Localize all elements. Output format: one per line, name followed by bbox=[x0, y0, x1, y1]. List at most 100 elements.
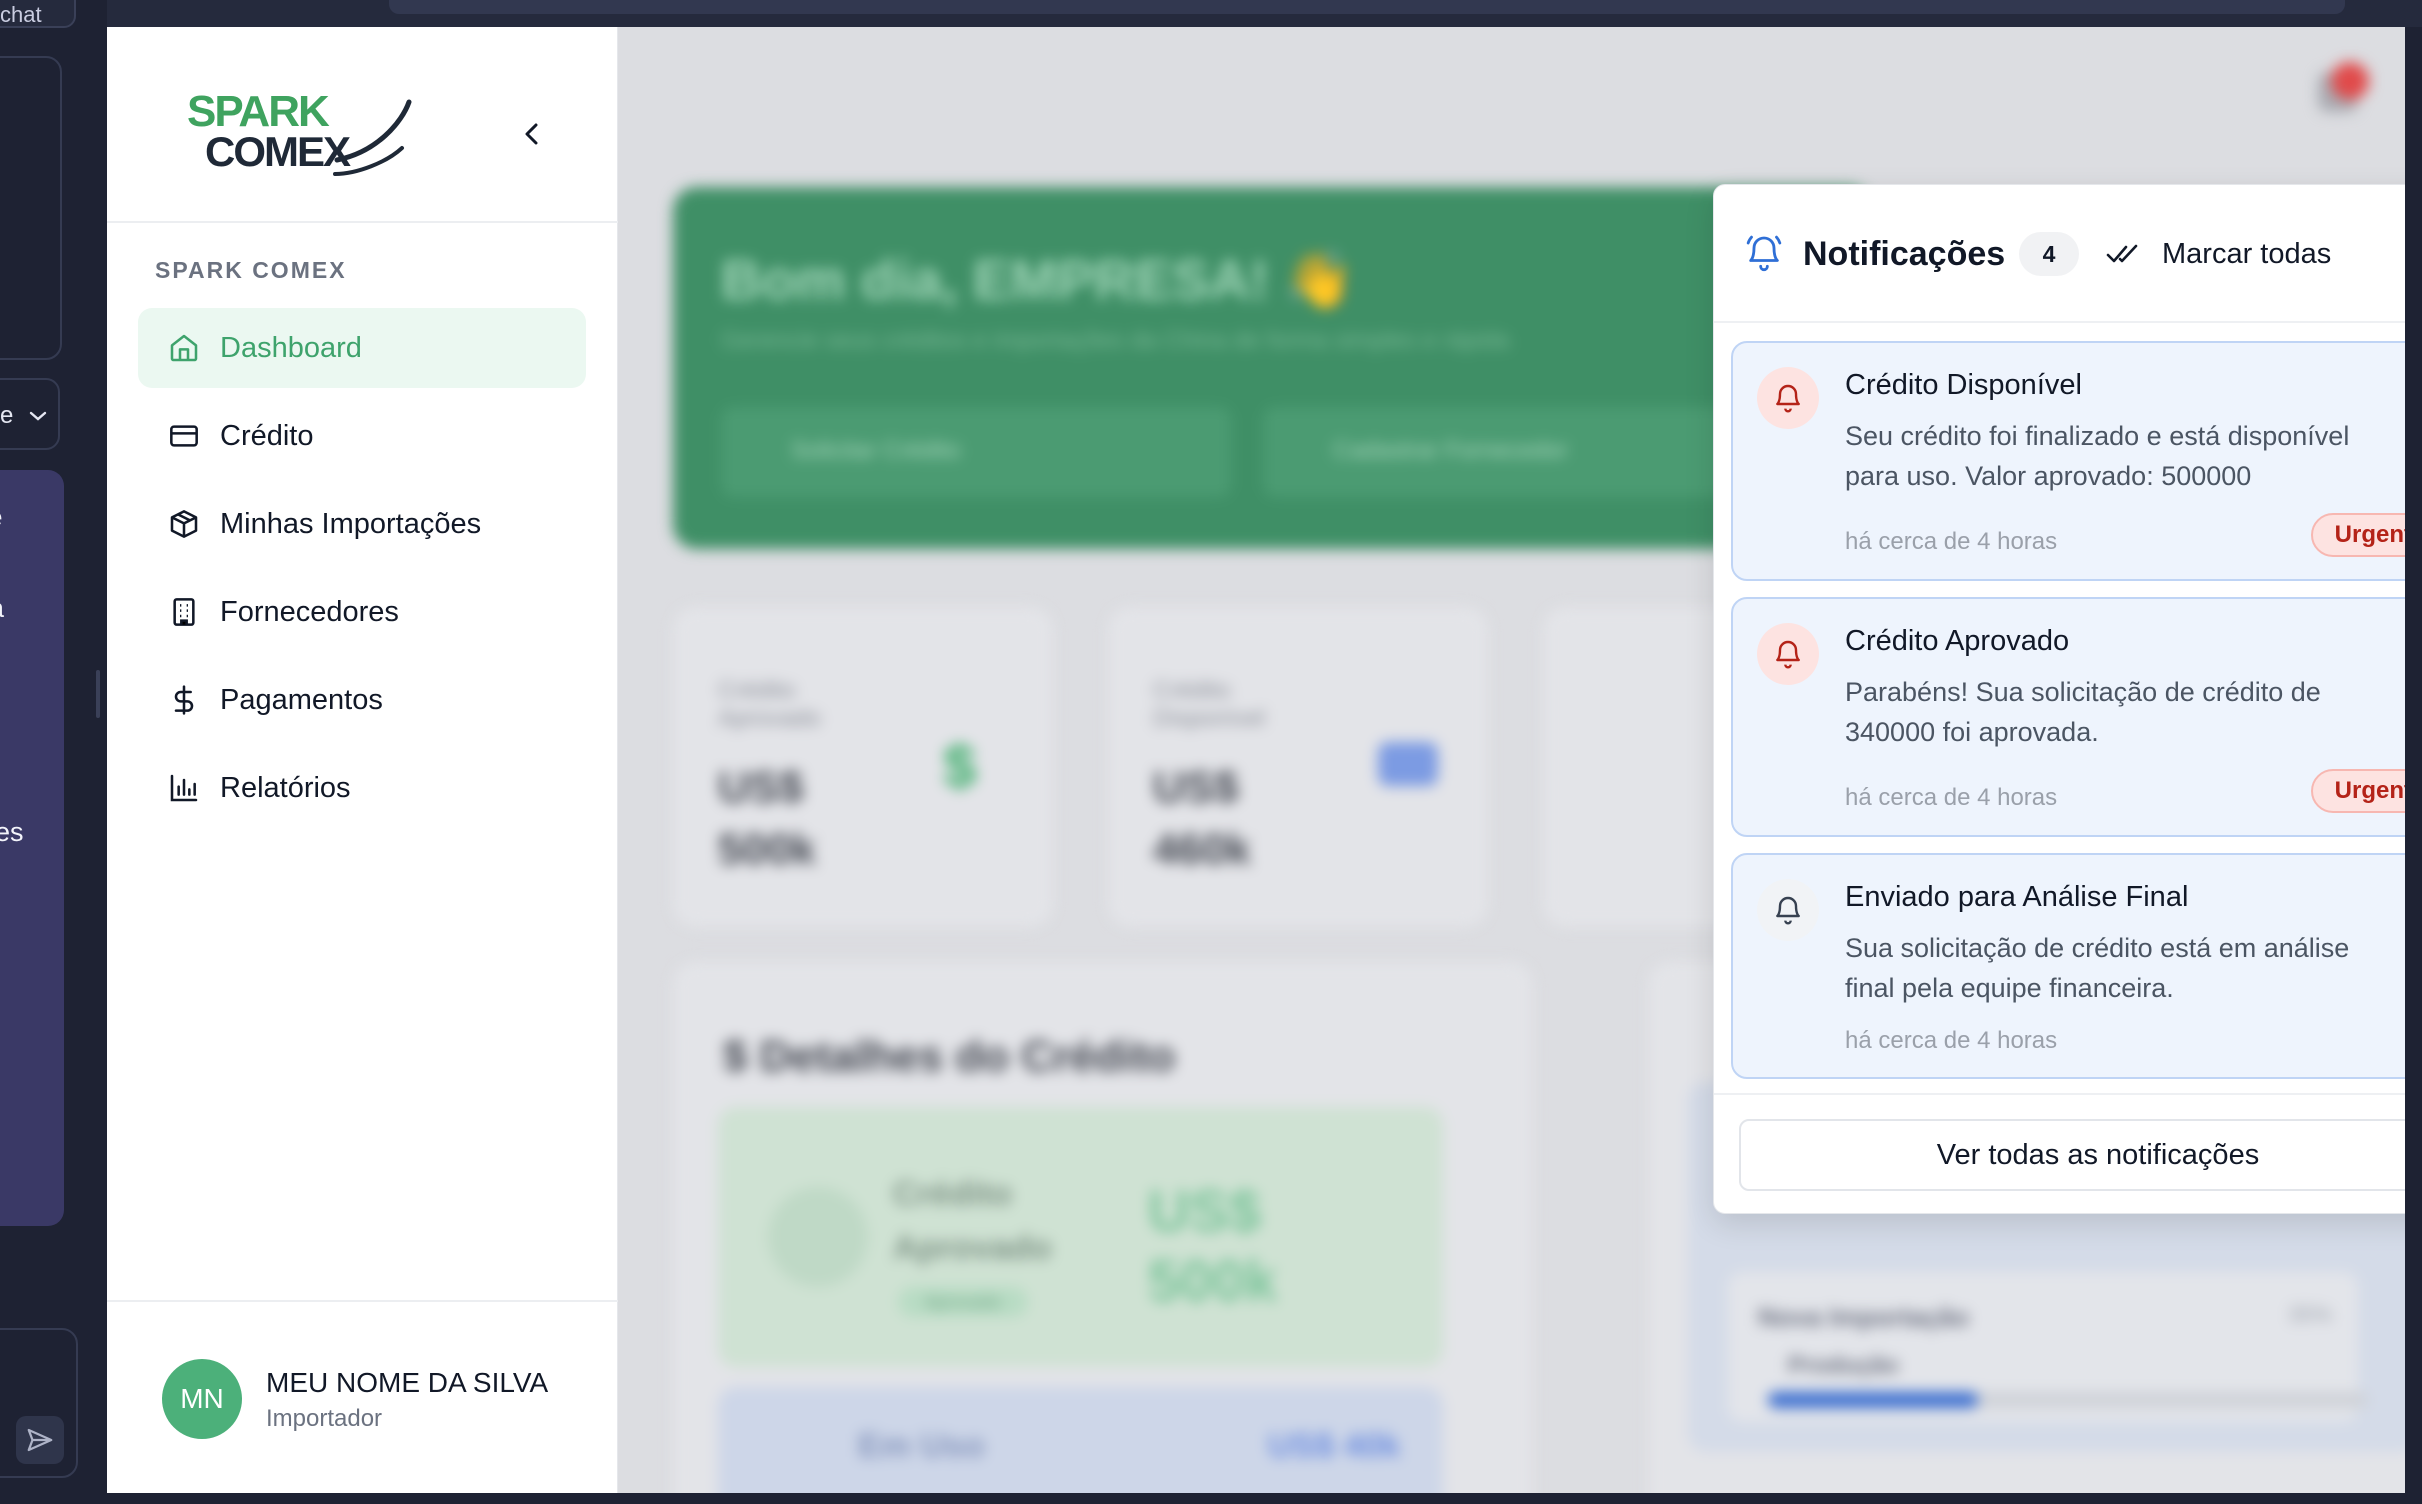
request-credit-button[interactable]: Solicitar Crédito bbox=[721, 407, 1231, 497]
check-circle-icon bbox=[768, 1187, 868, 1287]
notification-item[interactable]: Crédito Disponível Seu crédito foi final… bbox=[1731, 341, 2405, 581]
collapse-sidebar-button[interactable] bbox=[507, 109, 557, 159]
notification-indicator bbox=[2331, 62, 2369, 100]
credit-card-icon bbox=[1378, 742, 1438, 786]
dollar-icon bbox=[174, 685, 194, 715]
notifications-popover: Notificações 4 Marcar todas Crédito Disp… bbox=[1713, 184, 2405, 1214]
welcome-subtitle: Gerencie seus créditos e importações da … bbox=[721, 327, 1510, 354]
view-all-notifications-button[interactable]: Ver todas as notificações bbox=[1739, 1119, 2405, 1191]
logo-mark: SPARK COMEX bbox=[187, 87, 412, 176]
notification-title: Crédito Aprovado bbox=[1845, 625, 2070, 657]
notification-body: Sua solicitação de crédito está em análi… bbox=[1845, 933, 2350, 1003]
sidebar-divider bbox=[107, 1300, 618, 1302]
stat-card: Crédito Aprovado US$ 500k $ bbox=[673, 607, 1053, 927]
approved-credit-label: Crédito Aprovado bbox=[893, 1175, 1052, 1268]
chevron-left-icon bbox=[525, 123, 538, 145]
chat-model-select-value: e bbox=[0, 402, 14, 429]
in-use-label: Em Uso bbox=[858, 1427, 985, 1465]
notification-item[interactable]: Enviado para Análise Final Sua solicitaç… bbox=[1731, 853, 2405, 1079]
notifications-footer-divider bbox=[1714, 1093, 2405, 1095]
stat-value: US$ 500k bbox=[718, 763, 816, 874]
sidebar-item-label: Dashboard bbox=[220, 331, 362, 364]
notification-body: Parabéns! Sua solicitação de crédito de … bbox=[1845, 677, 2321, 747]
send-button[interactable] bbox=[16, 1416, 64, 1464]
stat-label: Crédito Disponível bbox=[1153, 677, 1266, 732]
sidebar-divider bbox=[107, 221, 618, 223]
notification-title: Crédito Disponível bbox=[1845, 369, 2082, 401]
notification-icon bbox=[1757, 367, 1819, 429]
send-icon bbox=[27, 1428, 53, 1452]
mark-all-read-label: Marcar todas bbox=[2162, 237, 2332, 270]
credit-details-card: $ Detalhes do Crédito Crédito Aprovado A… bbox=[673, 962, 1533, 1493]
double-check-icon bbox=[2106, 244, 2138, 263]
notifications-count-badge: 4 bbox=[2019, 232, 2079, 276]
chat-snippet: te bbox=[0, 502, 3, 533]
in-use-box: Em Uso US$ 40k bbox=[718, 1387, 1443, 1493]
welcome-banner: Bom dia, EMPRESA! 👋 Gerencie seus crédit… bbox=[673, 187, 1873, 549]
welcome-title: Bom dia, EMPRESA! 👋 bbox=[721, 248, 1354, 311]
panel-resize-handle[interactable] bbox=[96, 670, 100, 718]
sidebar-item-label: Crédito bbox=[220, 419, 314, 452]
bell-ring-icon bbox=[1746, 235, 1782, 271]
chat-message-panel: te ra ões a bbox=[0, 470, 64, 1226]
notification-body: Seu crédito foi finalizado e está dispon… bbox=[1845, 421, 2350, 491]
notification-time: há cerca de 4 horas bbox=[1845, 528, 2058, 555]
sidebar-item-pagamentos[interactable]: Pagamentos bbox=[138, 660, 586, 740]
mark-all-read-button[interactable]: Marcar todas bbox=[2106, 231, 2331, 277]
sidebar-item-relatorios[interactable]: Relatórios bbox=[138, 748, 586, 828]
register-supplier-button[interactable]: Cadastrar Fornecedor bbox=[1263, 407, 1773, 497]
sidebar-item-fornecedores[interactable]: Fornecedores bbox=[138, 572, 586, 652]
dollar-icon: $ bbox=[943, 733, 977, 800]
notifications-title: Notificações bbox=[1803, 235, 2006, 273]
stat-value: US$ 460k bbox=[1153, 763, 1251, 874]
import-row: Nova Importação 35% Produção bbox=[1728, 1272, 2368, 1422]
notification-time: há cerca de 4 horas bbox=[1845, 784, 2058, 811]
notification-item[interactable]: Crédito Aprovado Parabéns! Sua solicitaç… bbox=[1731, 597, 2405, 837]
chat-context-box bbox=[0, 56, 62, 360]
package-icon bbox=[170, 510, 198, 538]
import-progress-fill bbox=[1768, 1392, 1978, 1408]
notification-icon bbox=[1757, 623, 1819, 685]
home-icon bbox=[170, 334, 198, 362]
spark-comex-logo[interactable]: SPARK COMEX bbox=[187, 82, 417, 187]
building-icon bbox=[173, 598, 195, 626]
chat-model-select[interactable]: e bbox=[0, 378, 60, 450]
chat-tab[interactable]: chat bbox=[0, 0, 76, 28]
address-bar[interactable] bbox=[389, 0, 2345, 14]
approved-credit-value: US$ 500k bbox=[1148, 1179, 1278, 1314]
app-window: Bom dia, EMPRESA! 👋 Gerencie seus crédit… bbox=[107, 27, 2405, 1493]
sidebar-item-label: Fornecedores bbox=[220, 595, 399, 628]
stat-label: Crédito Aprovado bbox=[718, 677, 821, 732]
bell-icon bbox=[1776, 640, 1800, 669]
stat-card: Crédito Disponível US$ 460k bbox=[1108, 607, 1488, 927]
chat-snippet: ra bbox=[0, 593, 4, 624]
logo-bottom-text: COMEX bbox=[205, 128, 351, 175]
close-icon bbox=[2404, 241, 2405, 267]
credit-card-icon bbox=[170, 425, 198, 447]
urgent-badge: Urgente bbox=[2311, 769, 2405, 813]
notification-icon bbox=[1757, 879, 1819, 941]
import-percent: 35% bbox=[2288, 1302, 2333, 1327]
sidebar-item-credito[interactable]: Crédito bbox=[138, 396, 586, 476]
approved-credit-box: Crédito Aprovado Aprovado US$ 500k bbox=[718, 1107, 1443, 1367]
user-name: MEU NOME DA SILVA bbox=[266, 1367, 549, 1398]
sidebar: SPARK COMEX SPARK COMEX Dashboard Crédit… bbox=[107, 27, 618, 1493]
sidebar-section-label: SPARK COMEX bbox=[155, 257, 347, 283]
sidebar-item-label: Pagamentos bbox=[220, 683, 383, 716]
sidebar-item-dashboard[interactable]: Dashboard bbox=[138, 308, 586, 388]
avatar[interactable]: MN bbox=[162, 1359, 242, 1439]
bell-icon bbox=[1776, 384, 1800, 413]
urgent-badge: Urgente bbox=[2311, 513, 2405, 557]
request-credit-label: Solicitar Crédito bbox=[791, 437, 961, 464]
bell-icon bbox=[1776, 896, 1800, 925]
chevron-down-icon bbox=[29, 411, 47, 421]
notification-title: Enviado para Análise Final bbox=[1845, 881, 2189, 913]
credit-details-title: $ Detalhes do Crédito bbox=[723, 1032, 1176, 1081]
close-button[interactable] bbox=[2394, 231, 2405, 277]
sidebar-item-importacoes[interactable]: Minhas Importações bbox=[138, 484, 586, 564]
browser-toolbar bbox=[107, 0, 2422, 27]
notifications-header: Notificações 4 Marcar todas bbox=[1714, 185, 2405, 323]
chat-snippet: ões bbox=[0, 817, 24, 847]
import-name: Nova Importação bbox=[1758, 1302, 1969, 1332]
sidebar-item-label: Minhas Importações bbox=[220, 507, 482, 540]
